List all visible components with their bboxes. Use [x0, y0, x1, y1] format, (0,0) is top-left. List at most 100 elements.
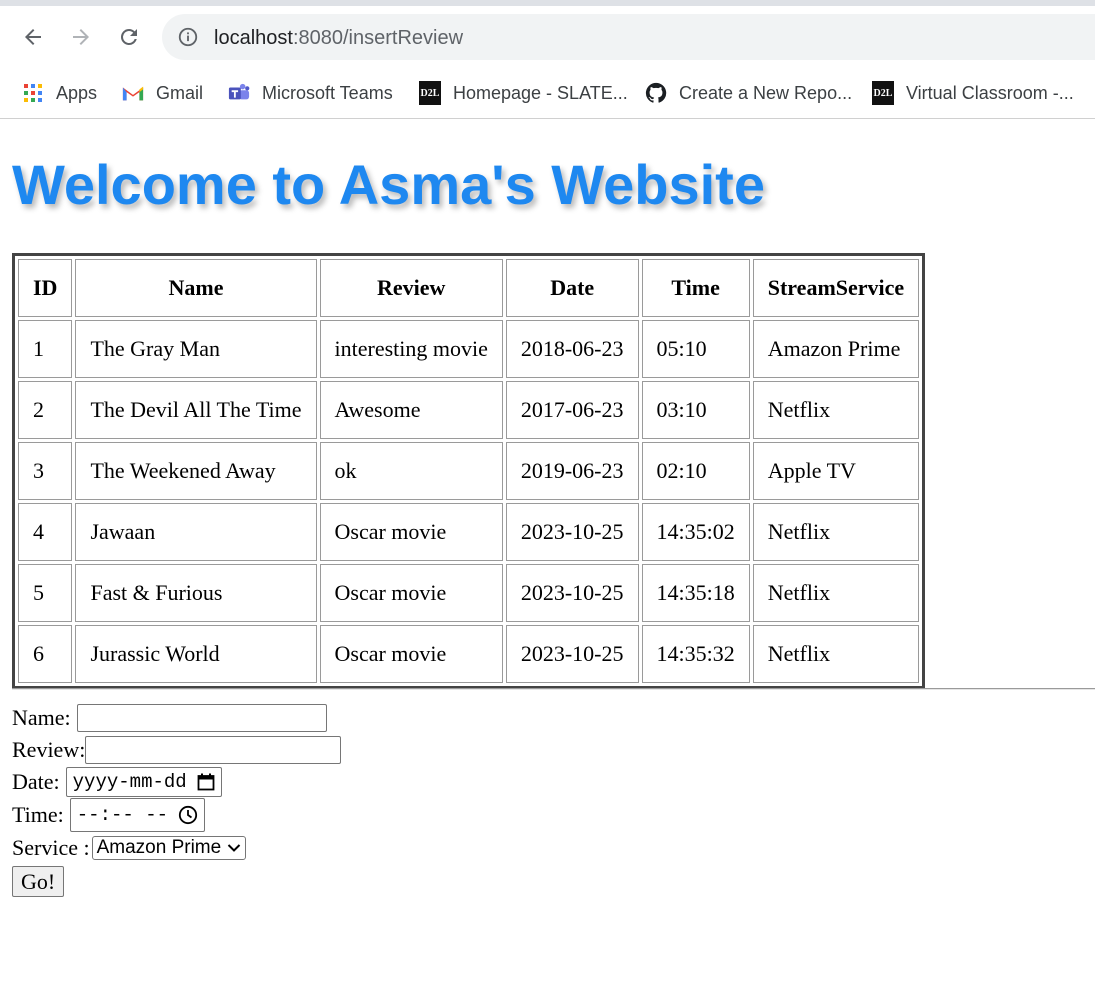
name-row: Name: — [12, 702, 341, 734]
cell-review: Oscar movie — [319, 503, 503, 561]
github-icon — [645, 82, 667, 104]
date-row: Date: yyyy-mm-dd — [12, 766, 341, 798]
divider — [12, 688, 1095, 690]
table-row: 5 Fast & Furious Oscar movie 2023-10-25 … — [18, 564, 920, 622]
table-row: 4 Jawaan Oscar movie 2023-10-25 14:35:02… — [18, 503, 920, 561]
cell-name: Fast & Furious — [75, 564, 317, 622]
cell-stream-service: Apple TV — [752, 442, 920, 500]
url-host: localhost — [214, 27, 293, 49]
time-row: Time: --:-- -- — [12, 798, 341, 832]
header-time: Time — [641, 259, 750, 317]
service-row: Service : Amazon Prime — [12, 832, 341, 864]
teams-icon — [228, 82, 250, 104]
gmail-icon — [122, 82, 144, 104]
cell-review: interesting movie — [319, 320, 503, 378]
cell-id: 6 — [18, 625, 73, 683]
bookmark-microsoft-teams[interactable]: Microsoft Teams — [228, 80, 393, 106]
cell-name: The Devil All The Time — [75, 381, 317, 439]
cell-review: Oscar movie — [319, 564, 503, 622]
cell-review: Awesome — [319, 381, 503, 439]
submit-row: Go! — [12, 864, 341, 897]
bookmark-gmail[interactable]: Gmail — [122, 80, 203, 106]
bookmark-label: Virtual Classroom -... — [906, 82, 1074, 103]
cell-stream-service: Amazon Prime — [752, 320, 920, 378]
forward-arrow-icon — [73, 29, 89, 45]
reviews-table: ID Name Review Date Time StreamService 1… — [12, 253, 926, 689]
date-placeholder: yyyy-mm-dd — [72, 771, 187, 793]
cell-name: The Gray Man — [75, 320, 317, 378]
bookmark-apps[interactable]: Apps — [22, 80, 97, 106]
header-review: Review — [319, 259, 503, 317]
back-button[interactable] — [18, 22, 48, 52]
table-row: 2 The Devil All The Time Awesome 2017-06… — [18, 381, 920, 439]
bookmark-label: Apps — [56, 82, 98, 103]
cell-id: 5 — [18, 564, 73, 622]
name-input[interactable] — [76, 704, 327, 732]
cell-id: 3 — [18, 442, 73, 500]
service-select[interactable]: Amazon Prime — [91, 836, 247, 860]
forward-button[interactable] — [66, 22, 96, 52]
cell-time: 14:35:32 — [641, 625, 750, 683]
address-bar[interactable]: localhost:8080/insertReview — [162, 14, 1095, 60]
cell-stream-service: Netflix — [752, 503, 920, 561]
time-input[interactable]: --:-- -- — [69, 798, 205, 832]
name-label: Name: — [12, 705, 71, 730]
service-selected-value: Amazon Prime — [96, 837, 222, 858]
cell-id: 4 — [18, 503, 73, 561]
insert-review-form: Name: Review: Date: yyyy-mm-dd Time: --:… — [12, 702, 342, 897]
table-row: 3 The Weekened Away ok 2019-06-23 02:10 … — [18, 442, 920, 500]
cell-time: 03:10 — [641, 381, 750, 439]
date-input[interactable]: yyyy-mm-dd — [65, 767, 222, 797]
time-placeholder: --:-- -- — [76, 804, 168, 826]
bookmark-virtual-classroom[interactable]: D2L Virtual Classroom -... — [872, 80, 1074, 106]
clock-icon[interactable] — [178, 805, 198, 825]
date-label: Date: — [12, 769, 60, 794]
info-icon[interactable] — [177, 26, 199, 48]
cell-stream-service: Netflix — [752, 564, 920, 622]
table-header-row: ID Name Review Date Time StreamService — [18, 259, 920, 317]
cell-review: ok — [319, 442, 503, 500]
d2l-logo-text: D2L — [419, 81, 441, 105]
cell-review: Oscar movie — [319, 625, 503, 683]
cell-id: 2 — [18, 381, 73, 439]
cell-stream-service: Netflix — [752, 381, 920, 439]
calendar-icon[interactable] — [197, 773, 215, 791]
time-label: Time: — [12, 802, 64, 827]
apps-grid-icon — [22, 82, 44, 104]
cell-name: Jurassic World — [75, 625, 317, 683]
review-label: Review: — [12, 737, 86, 762]
cell-date: 2023-10-25 — [505, 503, 639, 561]
review-input[interactable] — [85, 736, 342, 764]
header-stream-service: StreamService — [752, 259, 920, 317]
cell-date: 2019-06-23 — [505, 442, 639, 500]
page-content: Welcome to Asma's Website ID Name Review… — [0, 119, 1095, 999]
cell-time: 02:10 — [641, 442, 750, 500]
cell-name: Jawaan — [75, 503, 317, 561]
d2l-logo-text: D2L — [872, 81, 894, 105]
go-button[interactable]: Go! — [12, 866, 65, 897]
url-text: localhost:8080/insertReview — [214, 26, 463, 50]
table-row: 1 The Gray Man interesting movie 2018-06… — [18, 320, 920, 378]
cell-date: 2023-10-25 — [505, 564, 639, 622]
table-row: 6 Jurassic World Oscar movie 2023-10-25 … — [18, 625, 920, 683]
bookmark-slate-homepage[interactable]: D2L Homepage - SLATE... — [419, 80, 628, 106]
cell-date: 2018-06-23 — [505, 320, 639, 378]
header-date: Date — [505, 259, 639, 317]
bookmark-label: Gmail — [156, 82, 204, 103]
cell-date: 2017-06-23 — [505, 381, 639, 439]
bookmark-label: Microsoft Teams — [262, 82, 393, 103]
cell-time: 14:35:02 — [641, 503, 750, 561]
bookmark-label: Create a New Repo... — [679, 82, 853, 103]
reload-icon — [121, 29, 137, 45]
cell-name: The Weekened Away — [75, 442, 317, 500]
bookmark-github[interactable]: Create a New Repo... — [645, 80, 852, 106]
d2l-icon: D2L — [419, 81, 441, 105]
bookmark-label: Homepage - SLATE... — [453, 82, 628, 103]
cell-date: 2023-10-25 — [505, 625, 639, 683]
reload-button[interactable] — [114, 22, 144, 52]
bookmarks-bar: Apps Gmail Microsoft Teams D2L Homepage … — [0, 68, 1095, 119]
cell-time: 05:10 — [641, 320, 750, 378]
cell-time: 14:35:18 — [641, 564, 750, 622]
d2l-icon: D2L — [872, 81, 894, 105]
url-path: :8080/insertReview — [292, 27, 464, 49]
